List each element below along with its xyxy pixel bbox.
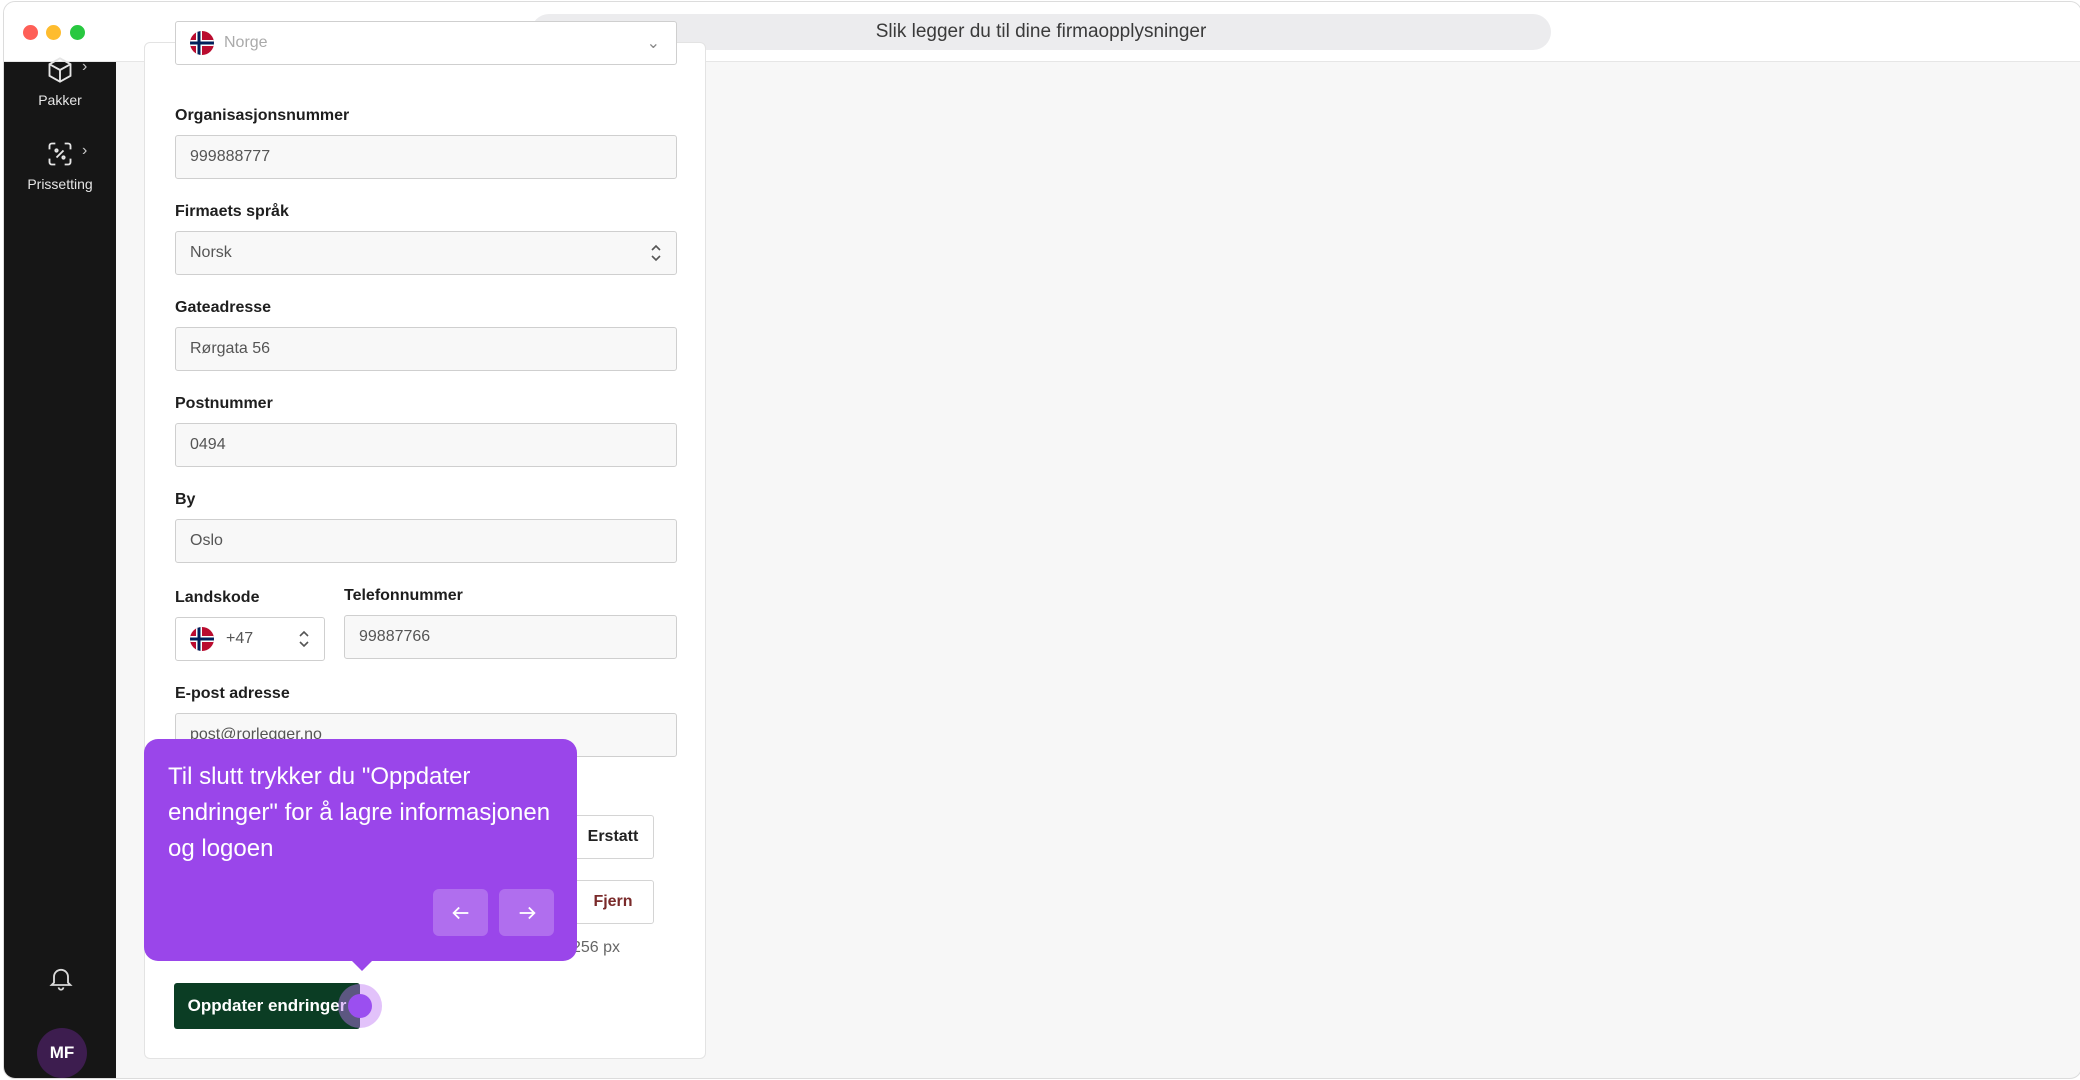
street-input[interactable]: Rørgata 56	[175, 327, 677, 371]
city-input[interactable]: Oslo	[175, 519, 677, 563]
country-code-label: Landskode	[175, 589, 260, 606]
email-label: E-post adresse	[175, 685, 290, 702]
browser-window: Slik legger du til dine firmaopplysninge…	[3, 1, 2080, 1079]
close-window-button[interactable]	[23, 25, 38, 40]
phone-input[interactable]: 99887766	[344, 615, 677, 659]
guide-tooltip: Til slutt trykker du "Oppdater endringer…	[144, 739, 577, 971]
phone-label: Telefonnummer	[344, 587, 463, 604]
postal-value: 0494	[190, 436, 226, 453]
tooltip-next-button[interactable]	[499, 889, 554, 936]
country-code-select[interactable]: +47	[175, 617, 325, 661]
org-number-label: Organisasjonsnummer	[175, 107, 350, 124]
country-select[interactable]: Norge ⌄	[175, 21, 677, 65]
avatar-initials: MF	[49, 1043, 75, 1062]
sidebar-item-prissetting[interactable]: › Prissetting	[4, 140, 116, 192]
bell-icon[interactable]	[47, 964, 75, 992]
street-value: Rørgata 56	[190, 340, 271, 357]
updown-chevron-icon	[651, 244, 661, 262]
highlight-beacon	[338, 984, 382, 1028]
country-code-value: +47	[226, 630, 254, 647]
maximize-window-button[interactable]	[70, 25, 85, 40]
remove-label: Fjern	[593, 893, 633, 910]
arrow-left-icon	[451, 906, 468, 919]
norway-flag-icon	[190, 31, 214, 55]
sidebar-item-label: Pakker	[38, 92, 82, 108]
sidebar-item-label: Prissetting	[27, 176, 93, 192]
chevron-down-icon: ⌄	[646, 35, 660, 52]
box-icon	[48, 57, 72, 83]
postal-label: Postnummer	[175, 395, 273, 412]
replace-logo-button[interactable]: Erstatt	[572, 815, 654, 859]
phone-value: 99887766	[359, 628, 431, 645]
language-select[interactable]: Norsk	[175, 231, 677, 275]
language-value: Norsk	[190, 244, 232, 261]
language-label: Firmaets språk	[175, 203, 289, 220]
avatar[interactable]: MF	[37, 1028, 87, 1078]
street-label: Gateadresse	[175, 299, 272, 316]
logo-size-hint: 256 px	[572, 939, 621, 956]
sidebar-item-pakker[interactable]: › Pakker	[4, 56, 116, 108]
org-number-input[interactable]: 999888777	[175, 135, 677, 179]
pricing-icon	[48, 142, 72, 166]
minimize-window-button[interactable]	[46, 25, 61, 40]
arrow-right-icon	[519, 906, 536, 919]
chevron-right-icon: ›	[82, 58, 88, 75]
chevron-right-icon: ›	[82, 142, 88, 159]
tooltip-text: Til slutt trykker du "Oppdater endringer…	[168, 763, 551, 862]
window-title: Slik legger du til dine firmaopplysninge…	[875, 21, 1207, 42]
replace-label: Erstatt	[587, 828, 639, 845]
norway-flag-icon	[190, 627, 214, 651]
city-label: By	[175, 491, 196, 508]
country-value: Norge	[224, 34, 268, 51]
sidebar: › Pakker › Prissetting MF	[4, 57, 116, 1078]
postal-input[interactable]: 0494	[175, 423, 677, 467]
org-number-value: 999888777	[190, 148, 271, 165]
remove-logo-button[interactable]: Fjern	[572, 880, 654, 924]
update-changes-label: Oppdater endringer	[187, 996, 347, 1015]
city-value: Oslo	[190, 532, 223, 549]
tooltip-prev-button[interactable]	[433, 889, 488, 936]
update-changes-button[interactable]: Oppdater endringer	[174, 983, 360, 1029]
updown-chevron-icon	[299, 630, 309, 648]
highlight-beacon-core	[348, 994, 372, 1018]
